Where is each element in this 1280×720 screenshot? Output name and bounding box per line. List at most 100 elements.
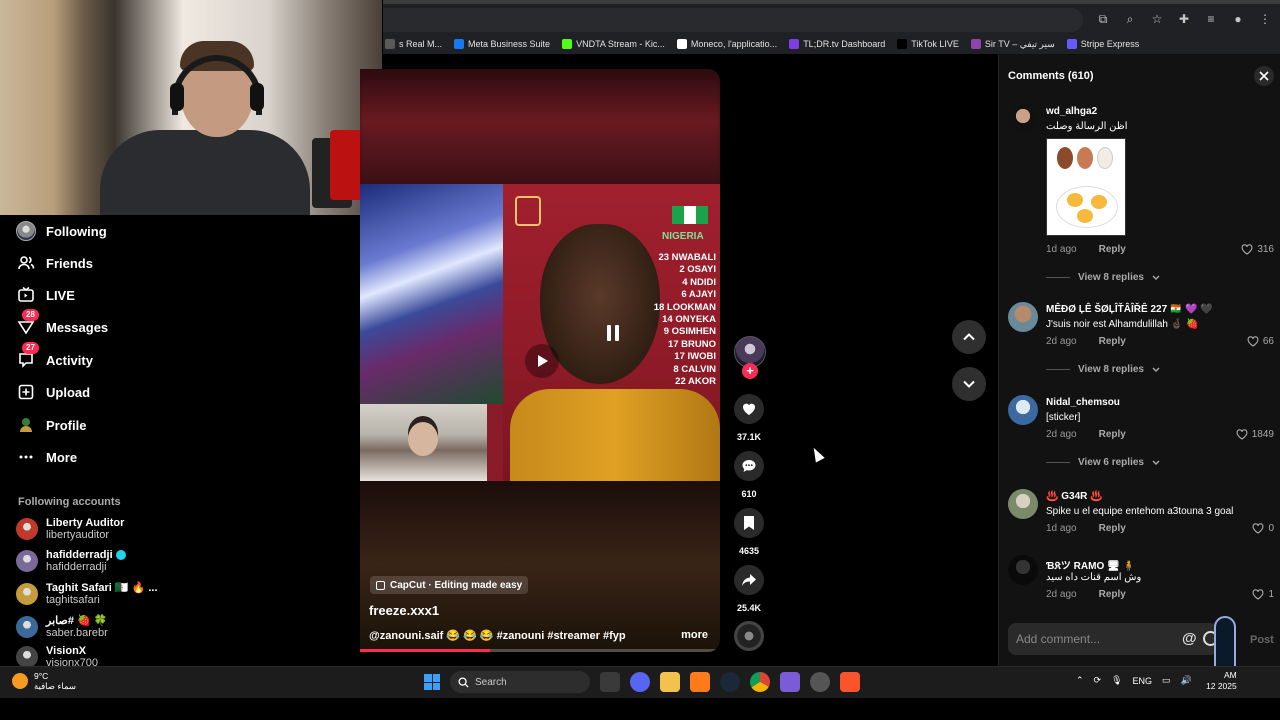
nav-profile[interactable]: Profile bbox=[16, 413, 86, 437]
taskbar-search[interactable]: Search bbox=[450, 671, 590, 693]
language-indicator[interactable]: ENG bbox=[1133, 676, 1153, 686]
comment-avatar[interactable] bbox=[1008, 104, 1038, 134]
bookmark-item[interactable]: Stripe Express bbox=[1066, 39, 1139, 49]
video-player[interactable]: NIGERIA 23 NWABALI 2 OSAYI 4 NDIDI 6 AJAYI 1… bbox=[360, 69, 720, 652]
comment-button[interactable] bbox=[734, 451, 764, 481]
comment-username[interactable]: ♨️ G34R ♨️ bbox=[1046, 491, 1103, 502]
reply-button[interactable]: Reply bbox=[1099, 523, 1126, 534]
address-bar[interactable] bbox=[383, 8, 1083, 32]
nav-live[interactable]: LIVE bbox=[16, 283, 75, 307]
nav-messages[interactable]: 28 Messages bbox=[16, 309, 108, 339]
comment-username[interactable]: Ɓ𝔎ツ RAMO 🖥 🧍 bbox=[1046, 557, 1135, 572]
follow-plus-icon[interactable]: + bbox=[742, 363, 758, 379]
following-account-item[interactable]: صابر# 🍓 🍀 saber.barebr bbox=[16, 614, 108, 639]
comment-like-count: 0 bbox=[1268, 523, 1274, 534]
video-author[interactable]: freeze.xxx1 bbox=[369, 603, 439, 618]
bookmark-item[interactable]: Sir TV – سير تيفي bbox=[970, 39, 1055, 50]
app-a-icon[interactable] bbox=[690, 672, 710, 692]
comment-like-count: 66 bbox=[1262, 336, 1274, 347]
discord-icon[interactable] bbox=[630, 672, 650, 692]
post-button[interactable]: Post bbox=[1250, 634, 1274, 646]
microphone-icon[interactable]: 🎙 bbox=[1111, 675, 1122, 686]
messages-badge: 28 bbox=[22, 309, 39, 321]
network-icon[interactable]: ▭ bbox=[1162, 675, 1171, 686]
windows-start-icon[interactable] bbox=[424, 674, 440, 690]
bookmark-item[interactable]: Meta Business Suite bbox=[454, 39, 550, 49]
menu-kebab-icon[interactable]: ⋮ bbox=[1258, 12, 1272, 26]
volume-icon[interactable]: 🔊 bbox=[1181, 675, 1192, 686]
view-replies-button[interactable]: View 6 replies bbox=[1046, 457, 1160, 468]
weather-widget[interactable]: 9°C سماء صافية bbox=[12, 671, 76, 691]
share-button[interactable] bbox=[734, 565, 764, 595]
music-disc-icon[interactable] bbox=[734, 621, 764, 651]
bookmark-item[interactable]: Moneco, l'applicatio... bbox=[676, 39, 777, 49]
view-replies-button[interactable]: View 8 replies bbox=[1046, 364, 1160, 375]
play-icon[interactable] bbox=[525, 344, 559, 378]
obs-icon[interactable] bbox=[810, 672, 830, 692]
next-video-button[interactable] bbox=[952, 367, 986, 401]
bookmark-item[interactable]: VNDTA Stream - Kic... bbox=[562, 39, 665, 49]
nav-friends[interactable]: Friends bbox=[16, 251, 93, 275]
bookmark-item[interactable]: TL;DR.tv Dashboard bbox=[789, 39, 885, 49]
clock[interactable]: AM 12 2025 bbox=[1206, 670, 1237, 692]
comment-item: ♨️ G34R ♨️ Spike u el equipe entehom a3t… bbox=[1008, 489, 1274, 539]
reply-button[interactable]: Reply bbox=[1099, 244, 1126, 255]
bookmark-item[interactable]: s Real M... bbox=[385, 39, 442, 49]
save-button[interactable] bbox=[734, 508, 764, 538]
following-account-item[interactable]: Taghit Safari 🇩🇿 🔥 ... taghitsafari bbox=[16, 581, 158, 606]
feather-app-icon[interactable] bbox=[780, 672, 800, 692]
comment-like-button[interactable]: 0 bbox=[1252, 523, 1274, 534]
weather-sun-icon bbox=[12, 673, 28, 689]
nav-activity[interactable]: 27 Activity bbox=[16, 342, 93, 372]
profile-avatar-icon[interactable]: ● bbox=[1231, 12, 1245, 26]
comment-item: Nidal_chemsou [sticker] 2d ago Reply 184… bbox=[1008, 395, 1274, 475]
video-progress-bar[interactable] bbox=[360, 649, 720, 652]
bookmark-item[interactable]: TikTok LIVE bbox=[897, 39, 959, 49]
steam-icon[interactable] bbox=[720, 672, 740, 692]
comment-like-button[interactable]: 1849 bbox=[1236, 429, 1274, 440]
chevron-up-icon[interactable]: ⌃ bbox=[1076, 675, 1084, 686]
media-icon[interactable]: ≡ bbox=[1204, 12, 1218, 26]
reply-button[interactable]: Reply bbox=[1099, 429, 1126, 440]
comment-like-button[interactable]: 1 bbox=[1252, 589, 1274, 600]
file-explorer-icon[interactable] bbox=[660, 672, 680, 692]
following-account-item[interactable]: Liberty Auditor libertyauditor bbox=[16, 517, 124, 541]
brave-icon[interactable] bbox=[840, 672, 860, 692]
mention-icon[interactable]: @ bbox=[1182, 630, 1197, 647]
like-button[interactable] bbox=[734, 394, 764, 424]
video-progress-fill bbox=[360, 649, 490, 652]
comment-time: 2d ago bbox=[1046, 429, 1077, 440]
zoom-icon[interactable]: ⌕ bbox=[1123, 12, 1137, 26]
more-button[interactable]: more bbox=[681, 629, 708, 641]
comment-like-button[interactable]: 316 bbox=[1241, 244, 1274, 255]
install-icon[interactable]: ⧉ bbox=[1096, 12, 1110, 26]
close-comments-button[interactable] bbox=[1254, 66, 1274, 86]
nav-following[interactable]: Following bbox=[16, 219, 107, 243]
comment-avatar[interactable] bbox=[1008, 489, 1038, 519]
comment-time: 1d ago bbox=[1046, 244, 1077, 255]
chrome-icon[interactable] bbox=[750, 672, 770, 692]
comment-avatar[interactable] bbox=[1008, 302, 1038, 332]
comment-username[interactable]: MÊÐØ ĻÊ ŠØĻÎŤÂÎŘÊ 227 🇳🇪 💜 🖤 bbox=[1046, 304, 1213, 315]
following-account-item[interactable]: hafidderradji hafidderradji bbox=[16, 549, 126, 573]
view-replies-button[interactable]: View 8 replies bbox=[1046, 272, 1160, 283]
comment-avatar[interactable] bbox=[1008, 555, 1038, 585]
comment-username[interactable]: Nidal_chemsou bbox=[1046, 397, 1120, 408]
extensions-icon[interactable]: ✚ bbox=[1177, 12, 1191, 26]
comment-username[interactable]: wd_alhga2 bbox=[1046, 106, 1097, 117]
video-description[interactable]: @zanouni.saif 😂 😂 😂 #zanouni #streamer #… bbox=[369, 629, 629, 642]
previous-video-button[interactable] bbox=[952, 320, 986, 354]
bookmark-star-icon[interactable]: ☆ bbox=[1150, 12, 1164, 26]
reply-button[interactable]: Reply bbox=[1099, 336, 1126, 347]
comment-avatar[interactable] bbox=[1008, 395, 1038, 425]
reply-button[interactable]: Reply bbox=[1099, 589, 1126, 600]
add-comment-input[interactable] bbox=[1016, 623, 1166, 655]
task-view-icon[interactable] bbox=[600, 672, 620, 692]
nav-more[interactable]: More bbox=[16, 445, 77, 469]
capcut-tag[interactable]: CapCut · Editing made easy bbox=[370, 576, 529, 594]
stadium-image bbox=[360, 184, 503, 404]
sync-icon[interactable]: ⟳ bbox=[1094, 675, 1102, 686]
comment-like-button[interactable]: 66 bbox=[1247, 336, 1274, 347]
weather-temp: 9°C bbox=[34, 671, 49, 681]
nav-upload[interactable]: Upload bbox=[16, 380, 90, 404]
